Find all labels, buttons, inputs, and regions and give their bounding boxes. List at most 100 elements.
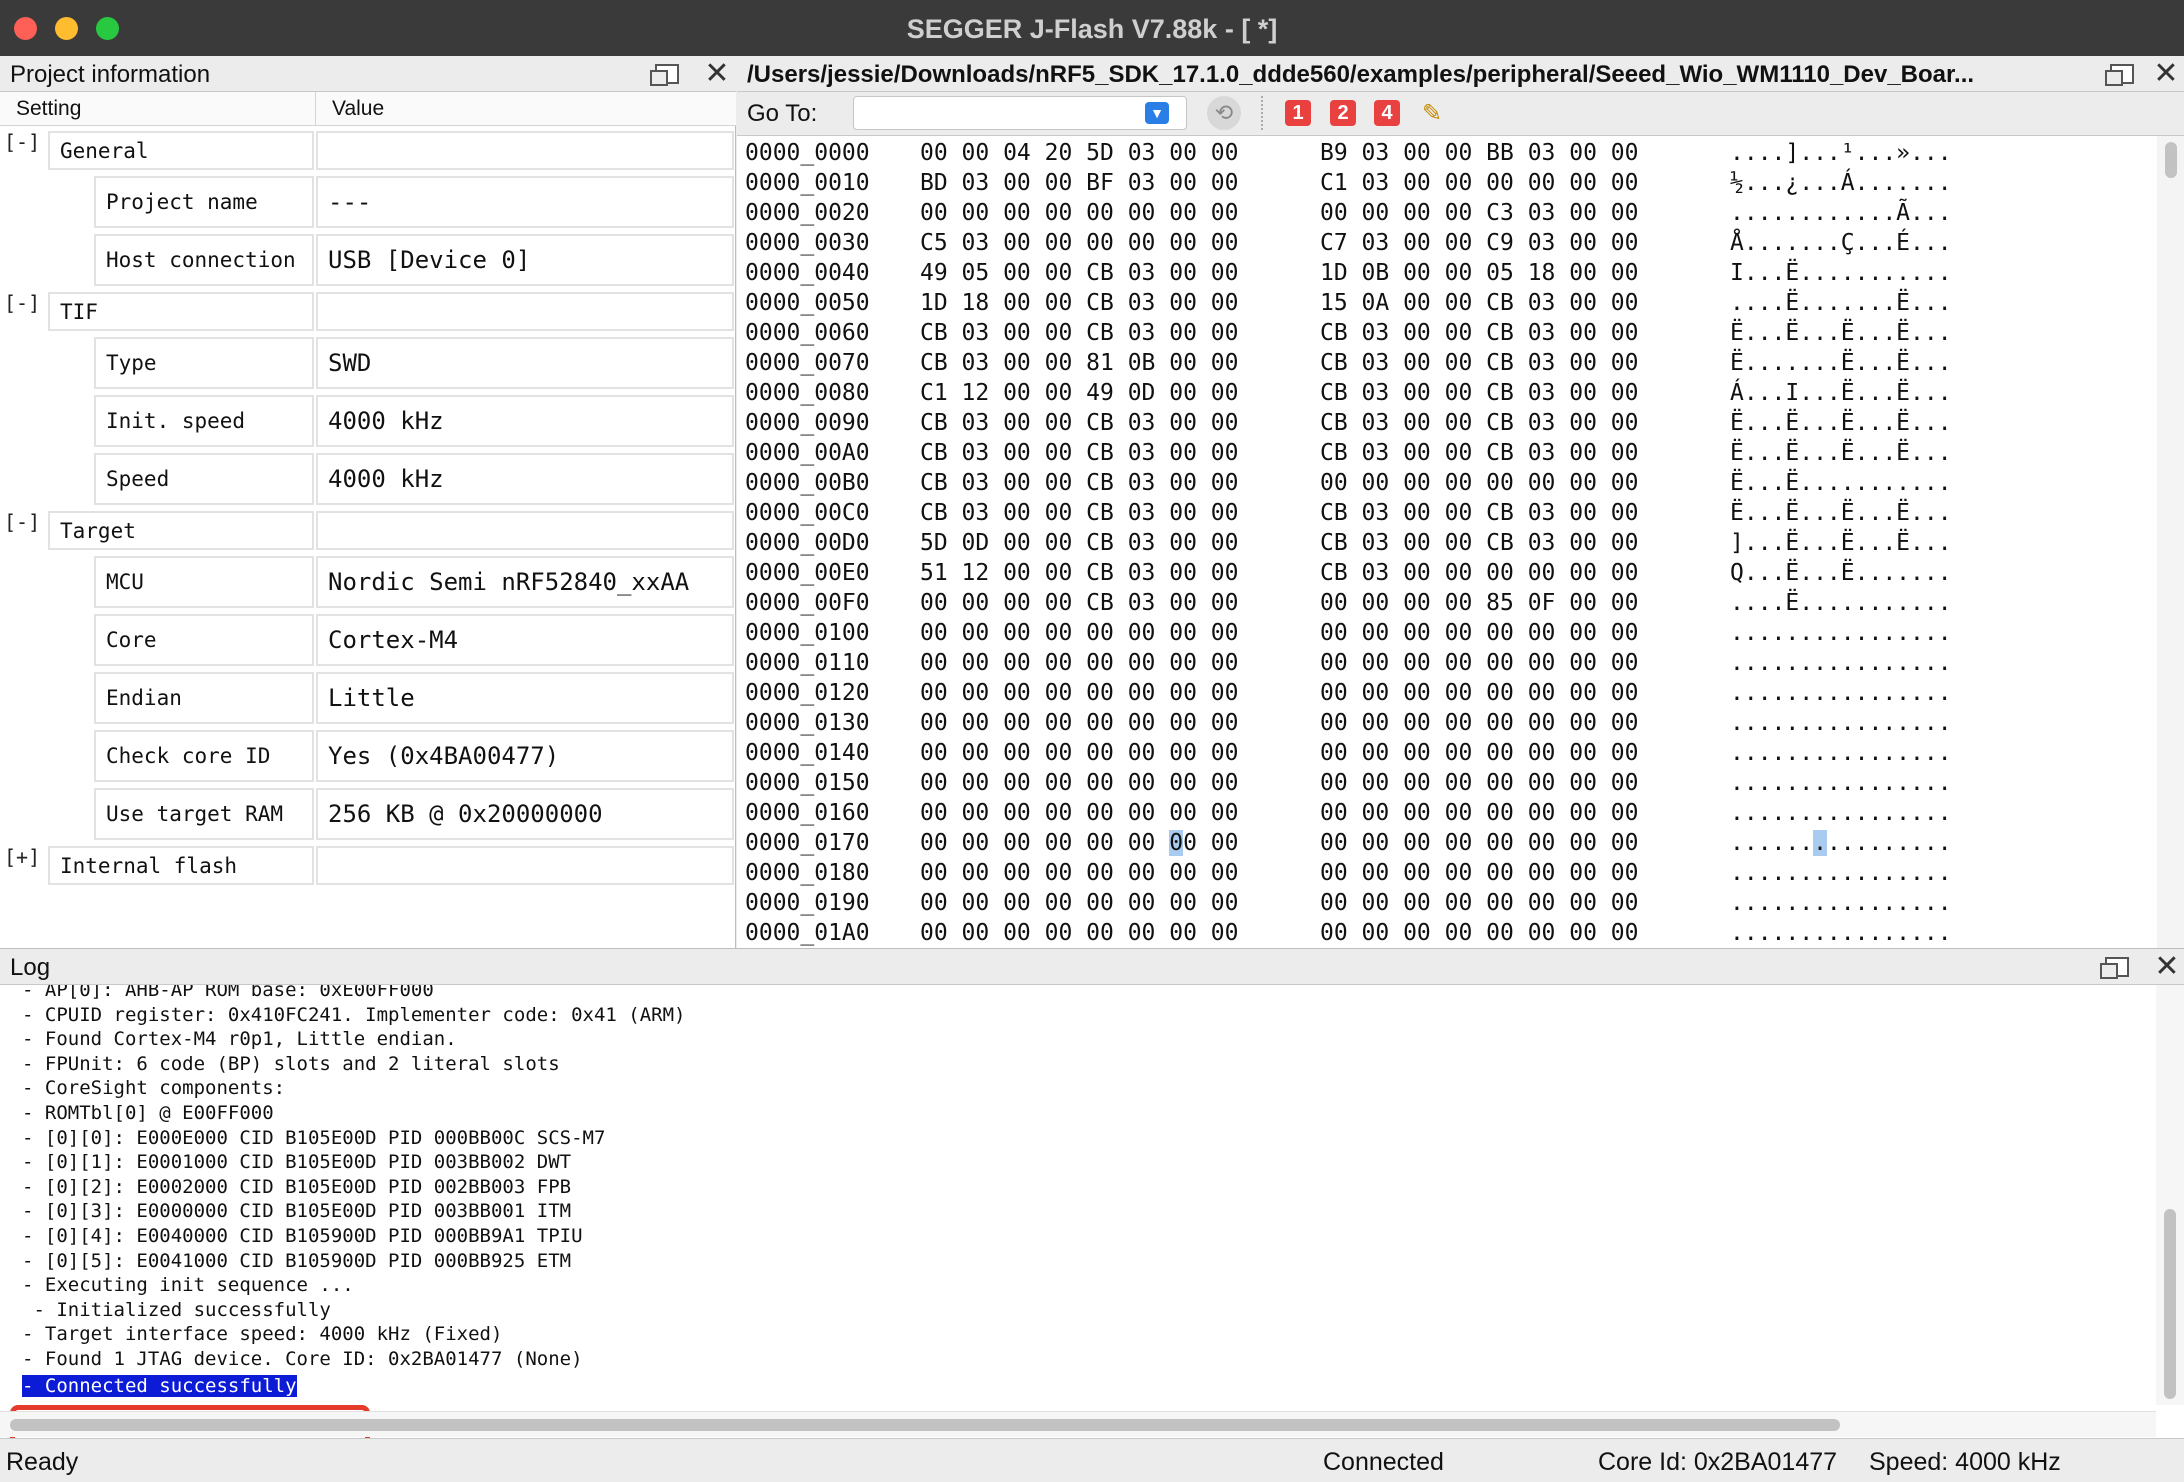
hex-bytes-high[interactable]: 00 00 00 00 00 00 00 00 (1320, 890, 1639, 916)
hex-bytes-low[interactable]: 49 05 00 00 CB 03 00 00 (920, 260, 1239, 286)
hex-bytes-low[interactable]: CB 03 00 00 CB 03 00 00 (920, 410, 1239, 436)
goto-dropdown-button[interactable]: ▼ (1145, 102, 1169, 124)
setting-row-core[interactable]: Core Cortex-M4 (0, 611, 736, 669)
hex-bytes-low[interactable]: 51 12 00 00 CB 03 00 00 (920, 560, 1239, 586)
log-horizontal-scrollbar[interactable] (0, 1411, 2156, 1437)
hex-bytes-low[interactable]: 00 00 04 20 5D 03 00 00 (920, 140, 1239, 166)
tree-group-tif[interactable]: [-] TIF (0, 289, 736, 334)
hex-bytes-high[interactable]: 00 00 00 00 00 00 00 00 (1320, 650, 1639, 676)
hex-bytes-low[interactable]: 00 00 00 00 00 00 00 00 (920, 650, 1239, 676)
hex-bytes-high[interactable]: C7 03 00 00 C9 03 00 00 (1320, 230, 1639, 256)
setting-value[interactable]: 4000 kHz (316, 395, 734, 447)
hex-bytes-high[interactable]: CB 03 00 00 CB 03 00 00 (1320, 320, 1639, 346)
hex-ascii[interactable]: Á...I...Ë...Ë... (1730, 380, 1952, 406)
close-panel-button[interactable]: ✕ (2151, 59, 2181, 89)
tree-group-internal-flash[interactable]: [+] Internal flash (0, 843, 736, 888)
setting-value[interactable]: Cortex-M4 (316, 614, 734, 666)
setting-row-project-name[interactable]: Project name --- (0, 173, 736, 231)
hex-bytes-low[interactable]: 00 00 00 00 00 00 00 00 (920, 830, 1239, 856)
hex-ascii[interactable]: Å.......Ç...É... (1730, 230, 1952, 256)
hex-bytes-high[interactable]: CB 03 00 00 CB 03 00 00 (1320, 380, 1639, 406)
hex-ascii[interactable]: ................ (1730, 740, 1952, 766)
hex-ascii[interactable]: ................ (1730, 650, 1952, 676)
hex-bytes-high[interactable]: CB 03 00 00 CB 03 00 00 (1320, 530, 1639, 556)
hex-bytes-high[interactable]: 00 00 00 00 00 00 00 00 (1320, 830, 1639, 856)
hex-ascii[interactable]: ]...Ë...Ë...Ë... (1730, 530, 1952, 556)
hex-bytes-high[interactable]: 00 00 00 00 85 0F 00 00 (1320, 590, 1639, 616)
close-panel-button[interactable]: ✕ (2152, 952, 2182, 982)
setting-row-mcu[interactable]: MCU Nordic Semi nRF52840_xxAA (0, 553, 736, 611)
hex-ascii[interactable]: Q...Ë...Ë....... (1730, 560, 1952, 586)
hex-ascii[interactable]: Ë...Ë...Ë...Ë... (1730, 500, 1952, 526)
hex-bytes-low[interactable]: CB 03 00 00 CB 03 00 00 (920, 320, 1239, 346)
tree-group-target[interactable]: [-] Target (0, 508, 736, 553)
hex-ascii[interactable]: ................ (1730, 620, 1952, 646)
setting-row-init-speed[interactable]: Init. speed 4000 kHz (0, 392, 736, 450)
setting-value[interactable]: 4000 kHz (316, 453, 734, 505)
expand-toggle[interactable]: [-] (4, 130, 40, 154)
scroll-thumb[interactable] (2165, 142, 2177, 178)
hex-bytes-low[interactable]: 00 00 00 00 00 00 00 00 (920, 920, 1239, 946)
byte-width-2-button[interactable]: 2 (1330, 100, 1356, 126)
hex-bytes-low[interactable]: 00 00 00 00 00 00 00 00 (920, 680, 1239, 706)
hex-bytes-high[interactable]: 00 00 00 00 00 00 00 00 (1320, 620, 1639, 646)
hex-bytes-high[interactable]: CB 03 00 00 CB 03 00 00 (1320, 440, 1639, 466)
hex-bytes-low[interactable]: 00 00 00 00 00 00 00 00 (920, 620, 1239, 646)
hex-ascii[interactable]: ................ (1730, 680, 1952, 706)
hex-bytes-high[interactable]: 00 00 00 00 00 00 00 00 (1320, 680, 1639, 706)
hex-bytes-low[interactable]: 00 00 00 00 00 00 00 00 (920, 800, 1239, 826)
hex-ascii[interactable]: ................ (1730, 770, 1952, 796)
column-header-setting[interactable]: Setting (0, 92, 316, 126)
float-panel-button[interactable] (650, 60, 682, 88)
tree-group-general[interactable]: [-] General (0, 128, 736, 173)
hex-bytes-high[interactable]: 00 00 00 00 00 00 00 00 (1320, 470, 1639, 496)
hex-bytes-high[interactable]: 00 00 00 00 00 00 00 00 (1320, 770, 1639, 796)
hex-ascii[interactable]: Ë...Ë...Ë...Ë... (1730, 320, 1952, 346)
setting-value[interactable]: SWD (316, 337, 734, 389)
byte-width-4-button[interactable]: 4 (1374, 100, 1400, 126)
expand-toggle[interactable]: [-] (4, 291, 40, 315)
setting-value[interactable]: USB [Device 0] (316, 234, 734, 286)
byte-width-1-button[interactable]: 1 (1285, 100, 1311, 126)
hex-bytes-low[interactable]: 00 00 00 00 00 00 00 00 (920, 740, 1239, 766)
hex-ascii[interactable]: ....Ë.......Ë... (1730, 290, 1952, 316)
hex-ascii[interactable]: ............Ã... (1730, 200, 1952, 226)
setting-row-speed[interactable]: Speed 4000 kHz (0, 450, 736, 508)
hex-bytes-low[interactable]: 5D 0D 00 00 CB 03 00 00 (920, 530, 1239, 556)
expand-toggle[interactable]: [-] (4, 510, 40, 534)
hex-bytes-high[interactable]: CB 03 00 00 CB 03 00 00 (1320, 410, 1639, 436)
hex-ascii[interactable]: ½...¿...Á....... (1730, 170, 1952, 196)
setting-row-endian[interactable]: Endian Little (0, 669, 736, 727)
hex-bytes-low[interactable]: C5 03 00 00 00 00 00 00 (920, 230, 1239, 256)
hex-ascii[interactable]: I...Ë........... (1730, 260, 1952, 286)
hex-bytes-high[interactable]: 1D 0B 00 00 05 18 00 00 (1320, 260, 1639, 286)
hex-ascii[interactable]: Ë...Ë...Ë...Ë... (1730, 440, 1952, 466)
selected-byte[interactable]: 0 (1169, 830, 1184, 856)
hex-bytes-low[interactable]: CB 03 00 00 81 0B 00 00 (920, 350, 1239, 376)
hex-bytes-high[interactable]: 00 00 00 00 00 00 00 00 (1320, 860, 1639, 886)
hex-bytes-low[interactable]: 1D 18 00 00 CB 03 00 00 (920, 290, 1239, 316)
hex-bytes-low[interactable]: 00 00 00 00 CB 03 00 00 (920, 590, 1239, 616)
hex-ascii[interactable]: ................ (1730, 860, 1952, 886)
scroll-thumb[interactable] (10, 1419, 1840, 1431)
edit-memory-button[interactable]: ✎ (1417, 98, 1447, 128)
hex-dump[interactable]: 0000_0000 00 00 04 20 5D 03 00 00 B9 03 00… (737, 136, 2157, 948)
float-panel-button[interactable] (2100, 953, 2132, 981)
hex-ascii[interactable]: Ë...Ë...Ë...Ë... (1730, 410, 1952, 436)
setting-value[interactable]: Nordic Semi nRF52840_xxAA (316, 556, 734, 608)
hex-bytes-high[interactable]: 00 00 00 00 C3 03 00 00 (1320, 200, 1639, 226)
hex-bytes-low[interactable]: 00 00 00 00 00 00 00 00 (920, 860, 1239, 886)
hex-bytes-high[interactable]: 00 00 00 00 00 00 00 00 (1320, 740, 1639, 766)
float-panel-button[interactable] (2105, 60, 2137, 88)
goto-back-button[interactable]: ⟲ (1207, 96, 1241, 130)
log-output[interactable]: - AP[0]: AHB-AP ROM base: 0xE00FF000 - CP… (0, 985, 2156, 1453)
hex-ascii[interactable]: Ë...Ë........... (1730, 470, 1952, 496)
goto-address-input[interactable] (853, 96, 1187, 130)
hex-ascii[interactable]: ................ (1730, 920, 1952, 946)
hex-bytes-low[interactable]: CB 03 00 00 CB 03 00 00 (920, 470, 1239, 496)
expand-toggle[interactable]: [+] (4, 845, 40, 869)
hex-bytes-low[interactable]: CB 03 00 00 CB 03 00 00 (920, 440, 1239, 466)
hex-bytes-high[interactable]: C1 03 00 00 00 00 00 00 (1320, 170, 1639, 196)
hex-bytes-high[interactable]: CB 03 00 00 00 00 00 00 (1320, 560, 1639, 586)
hex-bytes-low[interactable]: CB 03 00 00 CB 03 00 00 (920, 500, 1239, 526)
